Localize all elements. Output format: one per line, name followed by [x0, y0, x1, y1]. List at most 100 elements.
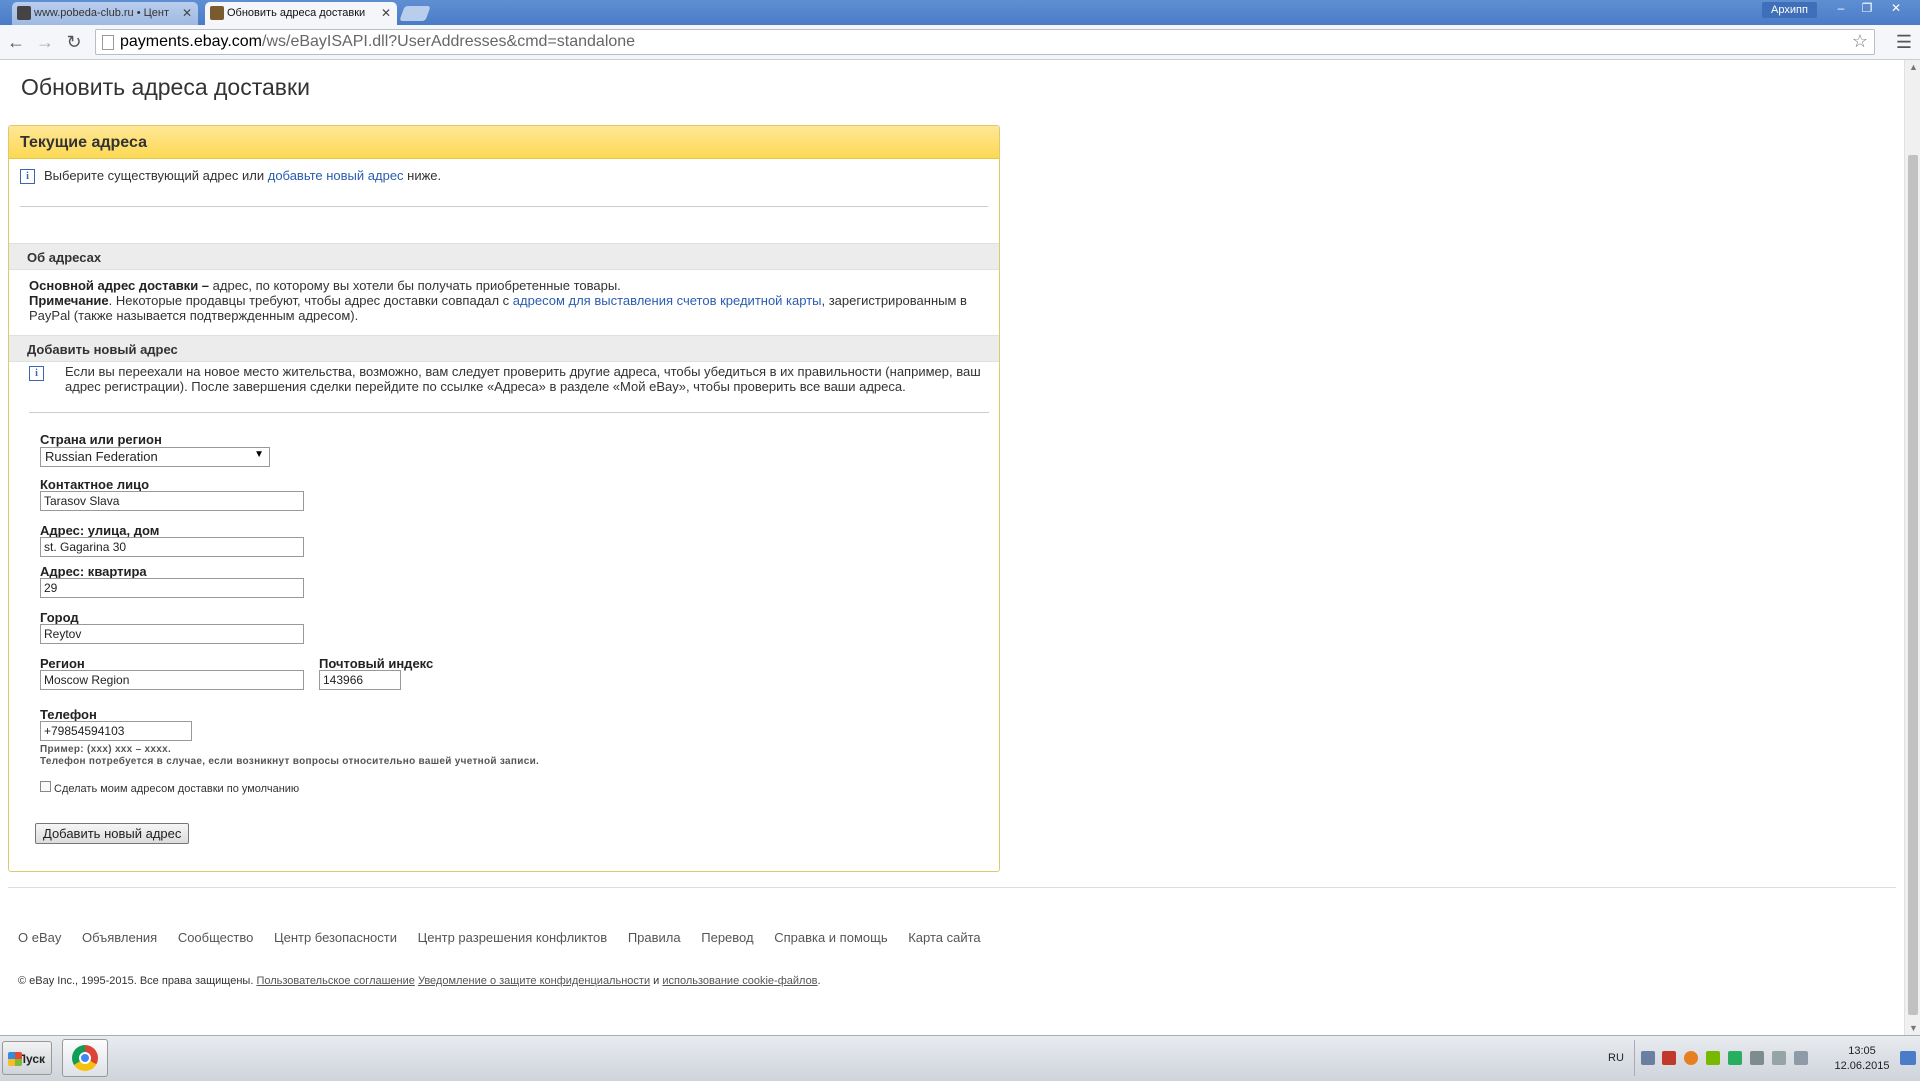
phone-example-hint: Пример: (xxx) xxx – xxxx. [40, 744, 172, 755]
url-path: /ws/eBayISAPI.dll?UserAddresses&cmd=stan… [262, 33, 636, 50]
city-input[interactable] [40, 624, 304, 644]
add-new-address-link[interactable]: добавьте новый адрес [268, 168, 404, 183]
tray-nvidia-icon[interactable] [1706, 1051, 1720, 1065]
minimize-icon[interactable]: – [1829, 0, 1853, 18]
scroll-down-icon[interactable]: ▼ [1909, 1023, 1918, 1033]
restore-icon[interactable]: ❐ [1855, 0, 1879, 18]
tab-pobeda-club[interactable]: www.pobeda-club.ru • Цент ✕ [12, 2, 198, 25]
tray-security-icon[interactable] [1728, 1051, 1742, 1065]
note-text: . Некоторые продавцы требуют, чтобы адре… [108, 293, 513, 308]
profile-button[interactable]: Архипп [1762, 2, 1817, 18]
page-title: Обновить адреса доставки [21, 74, 310, 100]
tab-close-icon[interactable]: ✕ [381, 2, 391, 25]
language-indicator[interactable]: RU [1608, 1052, 1624, 1064]
menu-icon[interactable]: ☰ [1893, 31, 1915, 53]
addresses-panel: Текущие адреса i Выберите существующий а… [8, 125, 1000, 872]
footer-link-about[interactable]: О eBay [18, 930, 61, 945]
note-label: Примечание [29, 293, 109, 308]
zip-input[interactable] [319, 670, 401, 690]
section-title: Об адресах [27, 250, 102, 265]
tab-label: Обновить адреса доставки [227, 7, 366, 19]
billing-address-link[interactable]: адресом для выставления счетов кредитной… [513, 293, 822, 308]
windows-taskbar: Пуск RU 13:05 12.06.2015 [0, 1035, 1920, 1081]
chrome-taskbar-button[interactable] [62, 1039, 108, 1077]
info-text: Если вы переехали на новое место жительс… [65, 364, 981, 394]
scroll-up-icon[interactable]: ▲ [1909, 62, 1918, 72]
apartment-input[interactable] [40, 578, 304, 598]
address-bar[interactable]: payments.ebay.com/ws/eBayISAPI.dll?UserA… [95, 29, 1875, 55]
tab-close-icon[interactable]: ✕ [182, 2, 192, 25]
tab-update-addresses[interactable]: Обновить адреса доставки ✕ [205, 2, 397, 25]
phone-required-hint: Телефон потребуется в случае, если возни… [40, 756, 540, 767]
close-window-icon[interactable]: ✕ [1884, 0, 1908, 18]
tab-label: www.pobeda-club.ru • Цент [34, 7, 169, 19]
page-content: Обновить адреса доставки Текущие адреса … [0, 60, 1904, 1035]
info-text: Выберите существующий адрес или [44, 168, 268, 183]
primary-label: Основной адрес доставки – [29, 278, 210, 293]
about-text: Основной адрес доставки – адрес, по кото… [29, 278, 989, 323]
scrollbar-thumb[interactable] [1908, 155, 1918, 1015]
info-text-end: ниже. [403, 168, 442, 183]
footer-link-sitemap[interactable]: Карта сайта [908, 930, 980, 945]
tray-flag-icon[interactable] [1772, 1051, 1786, 1065]
chrome-icon [72, 1045, 98, 1071]
new-tab-button[interactable] [399, 6, 431, 21]
country-value: Russian Federation [45, 449, 158, 464]
info-icon: i [20, 169, 35, 184]
footer-link-listings[interactable]: Объявления [82, 930, 157, 945]
windows-logo-icon [8, 1052, 22, 1066]
start-button[interactable]: Пуск [2, 1041, 52, 1075]
page-scrollbar[interactable]: ▲ ▼ [1904, 60, 1920, 1035]
dropdown-arrow-icon: ▼ [254, 449, 264, 460]
cookies-link[interactable]: использование cookie-файлов [662, 975, 817, 987]
contact-label: Контактное лицо [40, 477, 150, 492]
footer-link-translate[interactable]: Перевод [701, 930, 753, 945]
bookmark-star-icon[interactable]: ☆ [1852, 31, 1868, 52]
footer-link-help[interactable]: Справка и помощь [774, 930, 887, 945]
clock-date: 12.06.2015 [1834, 1060, 1890, 1072]
url-host: payments.ebay.com [120, 33, 262, 50]
primary-text: адрес, по которому вы хотели бы получать… [209, 278, 621, 293]
footer-link-community[interactable]: Сообщество [178, 930, 254, 945]
contact-input[interactable] [40, 491, 304, 511]
street-input[interactable] [40, 537, 304, 557]
tray-separator [1634, 1040, 1635, 1076]
footer-link-policies[interactable]: Правила [628, 930, 681, 945]
forward-icon[interactable]: → [34, 31, 56, 53]
add-address-button[interactable]: Добавить новый адрес [35, 823, 190, 844]
clock[interactable]: 13:05 12.06.2015 [1834, 1044, 1890, 1074]
browser-toolbar: ← → ↻ payments.ebay.com/ws/eBayISAPI.dll… [0, 25, 1920, 60]
ebay-favicon-icon [210, 6, 224, 20]
tray-signal-icon[interactable] [1794, 1051, 1808, 1065]
site-favicon-icon [17, 6, 31, 20]
panel-title: Текущие адреса [20, 134, 147, 151]
divider [29, 412, 989, 413]
show-desktop-button[interactable] [1900, 1051, 1916, 1065]
page-icon [102, 35, 114, 50]
footer-link-resolution[interactable]: Центр разрешения конфликтов [418, 930, 608, 945]
copyright-and: и [650, 975, 663, 987]
privacy-link[interactable]: Уведомление о защите конфиденциальности [418, 975, 650, 987]
zip-label: Почтовый индекс [319, 656, 434, 671]
country-select[interactable]: Russian Federation ▼ [40, 447, 270, 467]
footer-link-security[interactable]: Центр безопасности [274, 930, 397, 945]
country-label: Страна или регион [40, 432, 162, 447]
default-address-checkbox[interactable] [40, 781, 51, 792]
city-label: Город [40, 610, 79, 625]
tray-app-icon[interactable] [1662, 1051, 1676, 1065]
footer-links: О eBay Объявления Сообщество Центр безоп… [18, 930, 998, 945]
region-input[interactable] [40, 670, 304, 690]
phone-input[interactable] [40, 721, 192, 741]
info-icon: i [29, 366, 44, 381]
clock-time: 13:05 [1848, 1045, 1876, 1057]
user-agreement-link[interactable]: Пользовательское соглашение [256, 975, 414, 987]
tray-network-icon[interactable] [1641, 1051, 1655, 1065]
back-icon[interactable]: ← [5, 31, 27, 53]
browser-titlebar: www.pobeda-club.ru • Цент ✕ Обновить адр… [0, 0, 1920, 25]
reload-icon[interactable]: ↻ [63, 31, 85, 53]
tray-avast-icon[interactable] [1684, 1051, 1698, 1065]
phone-label: Телефон [40, 707, 97, 722]
tray-volume-icon[interactable] [1750, 1051, 1764, 1065]
section-title: Добавить новый адрес [27, 342, 178, 357]
url-text: payments.ebay.com/ws/eBayISAPI.dll?UserA… [120, 33, 635, 51]
